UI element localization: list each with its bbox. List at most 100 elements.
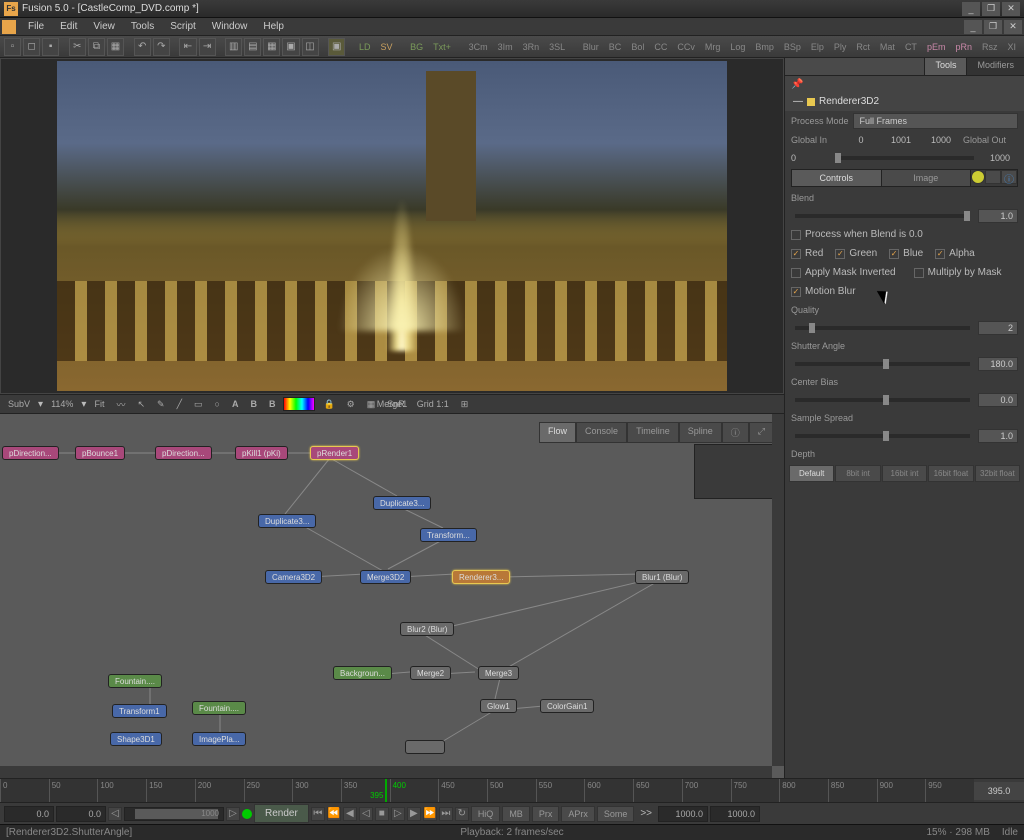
- node-camera3d2[interactable]: Camera3D2: [265, 570, 322, 584]
- step-back-icon[interactable]: ⏪: [327, 807, 341, 821]
- tab-console[interactable]: Console: [576, 422, 627, 443]
- alpha-checkbox[interactable]: ✓Alpha: [935, 246, 975, 261]
- tab-modifiers[interactable]: Modifiers: [966, 58, 1024, 75]
- rect-icon[interactable]: ▭: [190, 398, 207, 411]
- a-button[interactable]: A: [228, 398, 243, 410]
- tool-txt[interactable]: Txt+: [429, 42, 455, 52]
- inspector-header[interactable]: — Renderer3D2: [785, 92, 1024, 111]
- apply-mask-checkbox[interactable]: Apply Mask Inverted: [791, 265, 896, 280]
- shutter-slider[interactable]: [795, 362, 970, 366]
- grid-icon[interactable]: ⊞: [457, 398, 473, 411]
- green-checkbox[interactable]: ✓Green: [835, 246, 877, 261]
- tool-bg[interactable]: BG: [406, 42, 427, 52]
- quality-slider[interactable]: [795, 326, 970, 330]
- copy-icon[interactable]: ⧉: [88, 38, 105, 56]
- line-icon[interactable]: ╱: [173, 398, 186, 411]
- info-icon[interactable]: ⓘ: [1001, 170, 1017, 184]
- flow-navigator[interactable]: [694, 444, 774, 499]
- some-button[interactable]: Some: [597, 806, 635, 822]
- node-background[interactable]: Backgroun...: [333, 666, 392, 680]
- motion-blur-checkbox[interactable]: ✓Motion Blur: [791, 284, 856, 299]
- mb-button[interactable]: MB: [502, 806, 530, 822]
- tool-sv[interactable]: SV: [376, 42, 396, 52]
- depth-16bit[interactable]: 16bit int: [882, 465, 927, 482]
- tool-elp[interactable]: Elp: [807, 42, 828, 52]
- range-end[interactable]: 1000.0: [710, 806, 760, 822]
- tool-ply[interactable]: Ply: [830, 42, 851, 52]
- blue-checkbox[interactable]: ✓Blue: [889, 246, 923, 261]
- global-range-slider[interactable]: [835, 156, 974, 160]
- color-swatch[interactable]: [283, 397, 315, 411]
- in-point-icon[interactable]: ◁: [108, 807, 122, 821]
- menu-edit[interactable]: Edit: [52, 19, 85, 34]
- node-duplicate3a[interactable]: Duplicate3...: [373, 496, 431, 510]
- node-fountain2[interactable]: Fountain....: [192, 701, 246, 715]
- zoom-value[interactable]: 114%: [47, 398, 77, 410]
- range-in[interactable]: 0.0: [56, 806, 106, 822]
- node-unnamed[interactable]: [405, 740, 445, 754]
- lock-icon[interactable]: 🔒: [319, 398, 338, 411]
- tool-bsp[interactable]: BSp: [780, 42, 805, 52]
- node-transformb[interactable]: Transform1: [112, 704, 167, 718]
- node-glow1[interactable]: Glow1: [480, 699, 517, 713]
- menu-window[interactable]: Window: [204, 19, 256, 34]
- range-start[interactable]: 0.0: [4, 806, 54, 822]
- toggle-icon[interactable]: ▣: [328, 38, 345, 56]
- restore-button[interactable]: ❐: [984, 20, 1002, 34]
- step-fwd-icon[interactable]: ⏩: [423, 807, 437, 821]
- layout3-icon[interactable]: ▦: [263, 38, 280, 56]
- tab-timeline[interactable]: Timeline: [627, 422, 679, 443]
- radioactive-icon[interactable]: [971, 170, 985, 184]
- blend-value[interactable]: 1.0: [978, 209, 1018, 223]
- image-tab[interactable]: Image: [882, 170, 972, 186]
- script-icon[interactable]: [985, 170, 1001, 184]
- node-renderer3[interactable]: Renderer3...: [452, 570, 510, 584]
- process-when-checkbox[interactable]: Process when Blend is 0.0: [791, 227, 923, 242]
- tool-cc[interactable]: CC: [650, 42, 671, 52]
- pin-icon[interactable]: 📌: [791, 79, 803, 90]
- goto-start-icon[interactable]: ⏮: [311, 807, 325, 821]
- flow-scroll-v[interactable]: [772, 414, 784, 766]
- tool-prn[interactable]: pRn: [951, 42, 976, 52]
- depth-16float[interactable]: 16bit float: [928, 465, 973, 482]
- subv-button[interactable]: SubV: [4, 398, 34, 410]
- node-imagepla[interactable]: ImagePla...: [192, 732, 246, 746]
- center-bias-value[interactable]: 0.0: [978, 393, 1018, 407]
- red-checkbox[interactable]: ✓Red: [791, 246, 823, 261]
- blend-slider[interactable]: [795, 214, 970, 218]
- tool-xi[interactable]: XI: [1003, 42, 1020, 52]
- tab-flow[interactable]: Flow: [539, 422, 576, 443]
- tool-mrg[interactable]: Mrg: [701, 42, 725, 52]
- aprx-button[interactable]: APrx: [561, 806, 595, 822]
- goto-end-icon[interactable]: ⏭: [439, 807, 453, 821]
- menu-tools[interactable]: Tools: [123, 19, 162, 34]
- node-merge3[interactable]: Merge3: [478, 666, 519, 680]
- close-button[interactable]: ✕: [1004, 20, 1022, 34]
- fit-button[interactable]: Fit: [90, 398, 108, 410]
- center-bias-slider[interactable]: [795, 398, 970, 402]
- global-out-value[interactable]: 1000: [982, 153, 1018, 163]
- depth-32float[interactable]: 32bit float: [975, 465, 1020, 482]
- close-doc-button[interactable]: ✕: [1002, 2, 1020, 16]
- depth-8bit[interactable]: 8bit int: [835, 465, 880, 482]
- save-icon[interactable]: ▪: [42, 38, 59, 56]
- next-frame-icon[interactable]: ▶: [407, 807, 421, 821]
- cut-icon[interactable]: ✂: [69, 38, 86, 56]
- node-pdirection2[interactable]: pDirection...: [155, 446, 212, 460]
- paste-icon[interactable]: ▦: [107, 38, 124, 56]
- new-icon[interactable]: ▫: [4, 38, 21, 56]
- tool-mat[interactable]: Mat: [876, 42, 899, 52]
- layout4-icon[interactable]: ▣: [282, 38, 299, 56]
- tool-blur[interactable]: Blur: [579, 42, 603, 52]
- quality-value[interactable]: 2: [978, 321, 1018, 335]
- tab-spline[interactable]: Spline: [679, 422, 722, 443]
- tool-3rn[interactable]: 3Rn: [519, 42, 544, 52]
- node-transform1[interactable]: Transform...: [420, 528, 477, 542]
- tool-bc[interactable]: BC: [605, 42, 626, 52]
- nav-fwd-icon[interactable]: ⇥: [199, 38, 216, 56]
- controls-tab[interactable]: Controls: [792, 170, 882, 186]
- wave-icon[interactable]: 〰: [112, 397, 129, 412]
- redo-icon[interactable]: ↷: [153, 38, 170, 56]
- prx-button[interactable]: Prx: [532, 806, 560, 822]
- circle-icon[interactable]: ○: [211, 398, 224, 410]
